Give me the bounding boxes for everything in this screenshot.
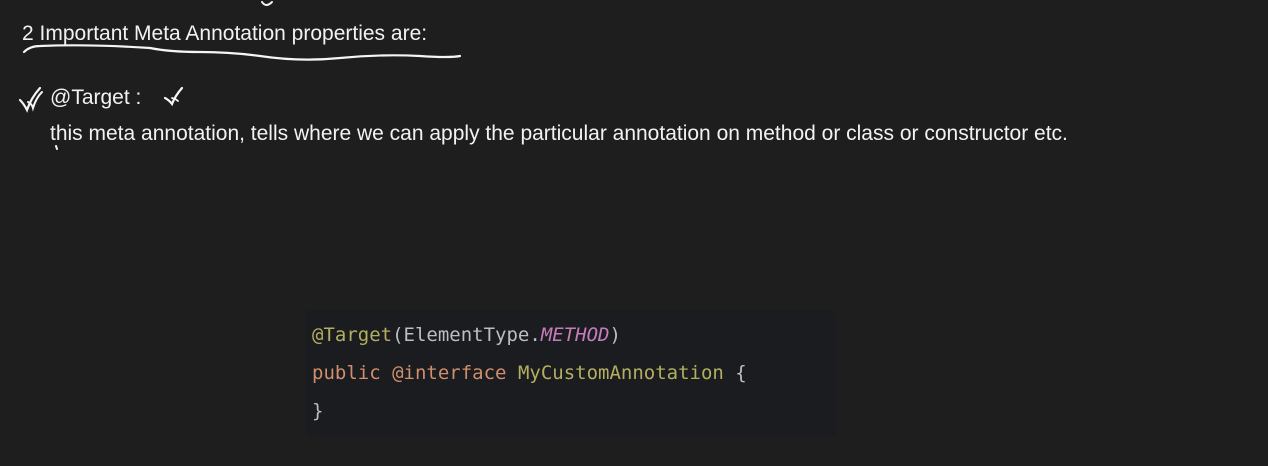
heading-underline-stroke [22,44,462,61]
pen-tick-mark-icon [18,86,43,113]
heading-rest-text: are: [385,22,428,45]
notes-page: 2 Important Meta Annotation properties a… [0,0,1268,466]
code-type-token: ElementType. [403,324,541,346]
code-line-1: @Target(ElementType.METHOD) [312,316,836,354]
code-brace-open-token: { [723,362,747,384]
code-keyword-token: public [312,362,381,384]
code-interface-keyword-token: @interface [392,362,507,384]
stray-pen-stroke [261,1,273,6]
code-name-token: MyCustomAnnotation [517,362,724,384]
code-constant-token: METHOD [540,324,610,346]
code-snippet: @Target(ElementType.METHOD) public @inter… [306,310,836,436]
code-line-2: public @interface MyCustomAnnotation { [312,354,836,392]
code-line-3: } [312,392,836,430]
heading-underlined-text: 2 Important Meta Annotation properties [22,22,386,45]
code-annotation-token: @Target [312,324,393,346]
code-paren-close-token: ) [609,324,621,346]
section-heading: 2 Important Meta Annotation properties a… [22,22,427,46]
code-space-token [381,362,392,384]
pen-check-mark-icon [163,86,184,107]
code-paren-open-token: ( [392,324,404,346]
code-space-token [506,362,517,384]
target-item-label: @Target : [50,86,142,109]
code-brace-close-token: } [312,400,324,422]
target-item-description: this meta annotation, tells where we can… [50,122,1068,145]
